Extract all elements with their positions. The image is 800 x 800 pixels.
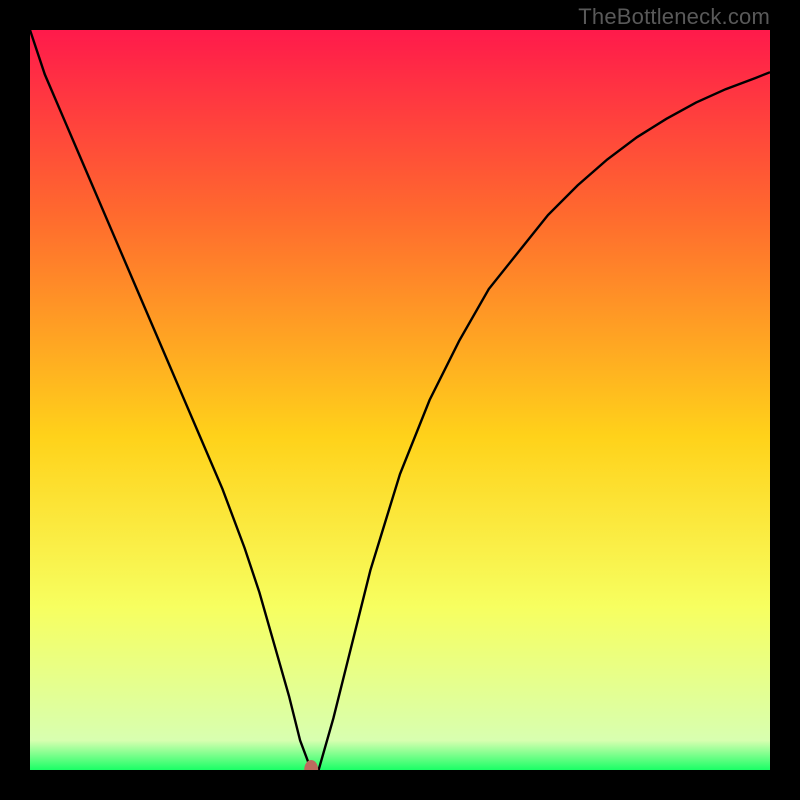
curve-layer: [30, 30, 770, 770]
bottleneck-curve: [30, 30, 770, 770]
plot-area: [30, 30, 770, 770]
chart-frame: TheBottleneck.com: [0, 0, 800, 800]
watermark-text: TheBottleneck.com: [578, 4, 770, 30]
min-point-marker: [304, 760, 318, 770]
